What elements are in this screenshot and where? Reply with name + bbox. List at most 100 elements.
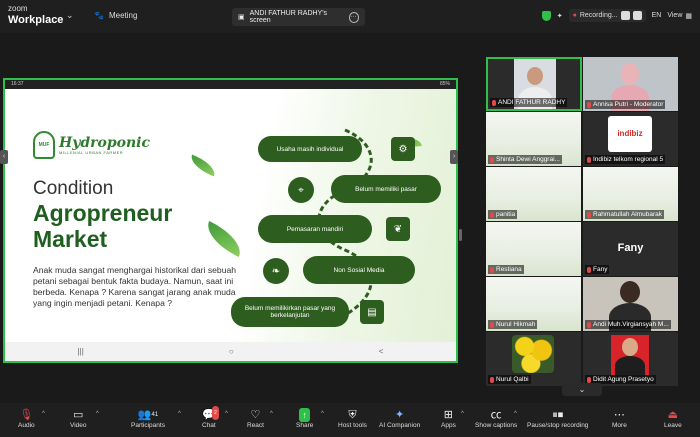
- phone-status-bar: 16:37 85%: [5, 80, 456, 89]
- recording-control-button[interactable]: ⏸⏹ Pause/stop recording: [527, 408, 588, 429]
- mic-muted-icon: 🎙: [19, 409, 34, 421]
- view-button[interactable]: View ▦: [667, 12, 692, 20]
- point-1-label: Usaha masih individual: [276, 145, 344, 153]
- slide-title-line1: Condition: [33, 178, 114, 199]
- ai-companion-button[interactable]: ✦ AI Companion: [379, 408, 420, 429]
- video-options-caret[interactable]: ^: [96, 411, 99, 417]
- share-options-caret[interactable]: ^: [321, 411, 324, 417]
- participants-button[interactable]: 👥41 Participants: [131, 408, 165, 429]
- screen-share-indicator[interactable]: ▣ ANDI FATHUR RADHY's screen ···: [232, 8, 365, 26]
- participant-name-tag: Shinta Dewi Anggrai...: [488, 155, 562, 164]
- captions-button[interactable]: ㏄ Show captions: [475, 408, 517, 429]
- share-button[interactable]: ↑ Share: [296, 408, 313, 429]
- pause-stop-icon: ⏸⏹: [552, 409, 564, 421]
- stop-icon[interactable]: [632, 11, 642, 20]
- participant-tile[interactable]: Annisa Putri - Moderator: [583, 57, 678, 111]
- participant-name-tag: Indibiz telkom regional 5: [585, 155, 666, 164]
- participants-options-caret[interactable]: ^: [178, 411, 181, 417]
- phone-nav-bar: ||| ○ <: [5, 342, 456, 361]
- audio-button[interactable]: 🎙 Audio: [18, 408, 35, 429]
- meeting-toolbar: 🎙 Audio ^ ▭ Video ^ 👥41 Participants ^ 💬…: [0, 403, 700, 437]
- ai-companion-label: AI Companion: [379, 422, 421, 429]
- leave-button[interactable]: ⏏ Leave: [664, 408, 682, 429]
- mic-muted-icon: [587, 376, 591, 383]
- meeting-tab[interactable]: 🐾 Meeting: [94, 11, 137, 20]
- apps-options-caret[interactable]: ^: [461, 411, 464, 417]
- recent-apps-button[interactable]: |||: [78, 347, 84, 356]
- participant-tile[interactable]: Nurul Hikmah: [486, 277, 581, 331]
- back-button[interactable]: <: [379, 347, 384, 356]
- host-tools-label: Host tools: [338, 422, 367, 429]
- split-resize-handle[interactable]: [459, 229, 462, 241]
- share-label: Share: [296, 422, 314, 429]
- participant-tile[interactable]: Didit Agung Prasetyo: [583, 332, 678, 386]
- share-arrow-icon: ↑: [299, 408, 310, 422]
- participant-name: ANDI FATHUR RADHY: [498, 99, 566, 106]
- status-battery: 85%: [439, 81, 450, 87]
- participant-tile[interactable]: Restiana: [486, 222, 581, 276]
- participant-avatar: [620, 281, 640, 303]
- presentation-slide: MUF Hydroponic MILLENIAL URBAN FARMER Co…: [5, 89, 456, 342]
- paw-icon: 🐾: [94, 11, 104, 20]
- participant-tile[interactable]: Rahmatullah Almubarak: [583, 167, 678, 221]
- participant-name: Nurul Hikmah: [496, 321, 536, 328]
- captions-label: Show captions: [475, 422, 518, 429]
- plant-gear-icon: ⚙: [391, 137, 415, 161]
- participant-name-tag: Nurul Qalbi: [488, 375, 531, 384]
- gallery-next-page-button[interactable]: ⌄: [562, 383, 602, 396]
- participant-tile[interactable]: ANDI FATHUR RADHY: [486, 57, 582, 111]
- meeting-tab-label: Meeting: [108, 11, 138, 20]
- pause-icon[interactable]: [620, 11, 630, 20]
- host-tools-button[interactable]: ⛨ Host tools: [338, 408, 367, 429]
- audio-options-caret[interactable]: ^: [42, 411, 45, 417]
- participant-tile[interactable]: Fany Fany: [583, 222, 678, 276]
- recording-indicator[interactable]: ● Recording...: [568, 9, 646, 22]
- point-2: Belum memiliki pasar: [331, 175, 441, 203]
- flower-photo: [512, 335, 554, 373]
- audio-label: Audio: [18, 422, 35, 429]
- share-title: ANDI FATHUR RADHY's screen: [249, 10, 328, 24]
- slide-body-text: Anak muda sangat menghargai historikal d…: [33, 265, 237, 308]
- chat-options-caret[interactable]: ^: [225, 411, 228, 417]
- participant-avatar: [527, 67, 543, 85]
- participant-name-tag: Nurul Hikmah: [488, 320, 538, 329]
- point-3-label: Pemasaran mandiri: [286, 225, 344, 233]
- more-options-icon[interactable]: ···: [348, 11, 359, 23]
- participant-name: Annisa Putri - Moderator: [593, 101, 664, 108]
- mic-muted-icon: [490, 211, 494, 218]
- participant-name-tag: Rahmatullah Almubarak: [585, 210, 665, 219]
- participants-icon: 👥41: [137, 409, 159, 421]
- language-button[interactable]: EN: [652, 12, 662, 19]
- video-button[interactable]: ▭ Video: [70, 408, 87, 429]
- chat-button[interactable]: 💬 2 Chat: [202, 406, 219, 429]
- home-button[interactable]: ○: [229, 347, 234, 356]
- sparkle-icon[interactable]: ✦: [557, 12, 563, 20]
- participant-tile[interactable]: indibiz Indibiz telkom regional 5: [583, 112, 678, 166]
- captions-icon: ㏄: [490, 409, 502, 421]
- participant-big-name: Fany: [617, 242, 644, 254]
- participant-name: Fany: [593, 266, 608, 273]
- mic-muted-icon: [587, 266, 591, 273]
- collapse-right-arrow[interactable]: ›: [450, 150, 458, 164]
- participant-tile[interactable]: panitia: [486, 167, 581, 221]
- participant-tile[interactable]: Nurul Qalbi: [486, 332, 581, 386]
- participant-name: panitia: [496, 211, 516, 218]
- react-button[interactable]: ♡ React: [247, 408, 264, 429]
- point-5-label: Belum memilikirkan pasar yang berkelanju…: [244, 305, 336, 319]
- point-3: Pemasaran mandiri: [258, 215, 372, 243]
- shared-screen[interactable]: 16:37 85% MUF Hydroponic MILLENIAL URBAN…: [3, 78, 458, 363]
- security-shield-icon[interactable]: [541, 10, 551, 21]
- participant-tile[interactable]: Shinta Dewi Anggrai...: [486, 112, 581, 166]
- more-button[interactable]: ⋯ More: [612, 408, 627, 429]
- participant-tile[interactable]: Andi Muh.Virgiansyah M...: [583, 277, 678, 331]
- participant-name: Nurul Qalbi: [496, 376, 529, 383]
- apps-button[interactable]: ⊞ Apps: [441, 408, 456, 429]
- status-time: 16:37: [11, 81, 24, 87]
- collapse-left-arrow[interactable]: ‹: [0, 150, 8, 164]
- chevron-down-icon[interactable]: ⌄: [66, 10, 74, 21]
- video-camera-icon: ▭: [73, 409, 84, 421]
- view-label: View: [667, 12, 683, 19]
- react-options-caret[interactable]: ^: [270, 411, 273, 417]
- react-label: React: [247, 422, 264, 429]
- captions-options-caret[interactable]: ^: [514, 411, 517, 417]
